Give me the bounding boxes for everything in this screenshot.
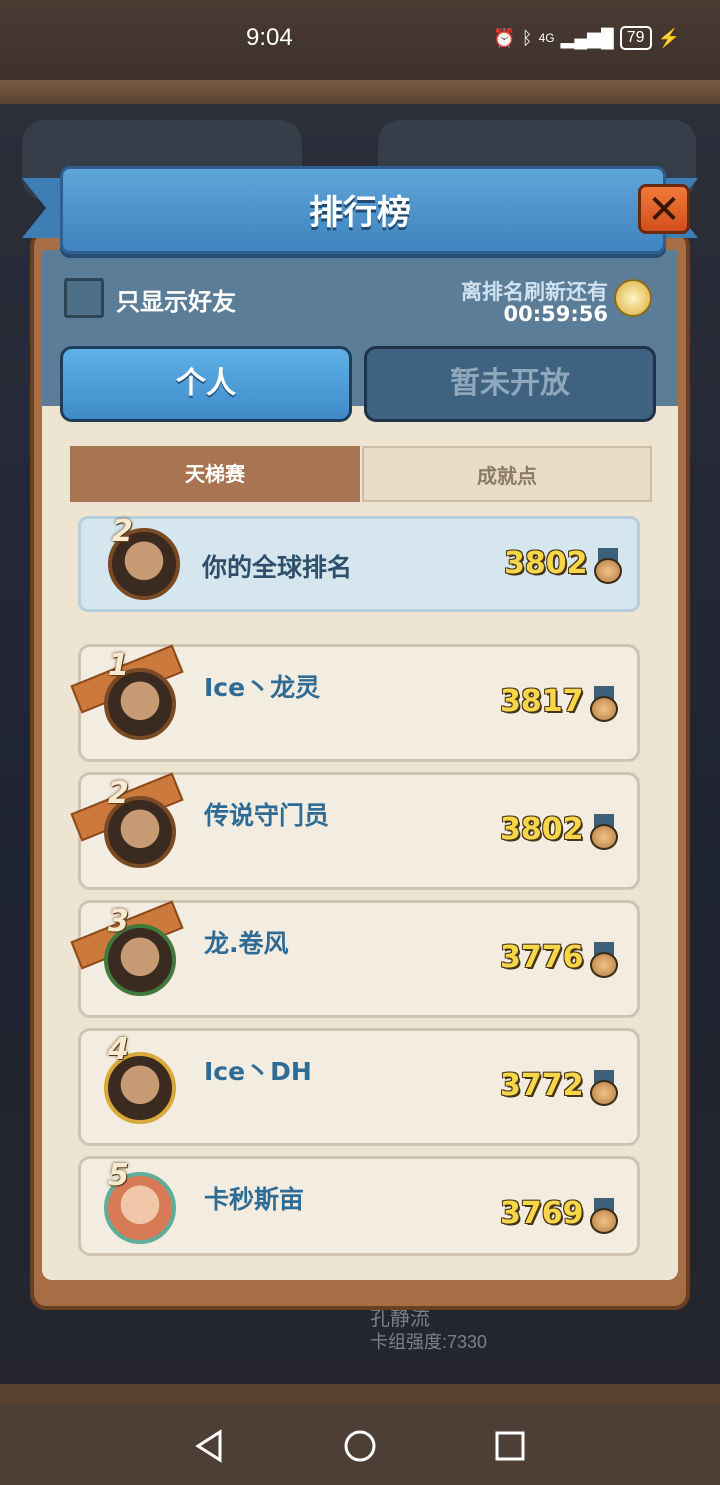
refresh-timer-icon	[614, 279, 652, 317]
background-deck-power: 卡组强度:7330	[370, 1332, 488, 1352]
network-label: 4G	[538, 31, 555, 45]
friends-only-checkbox[interactable]	[64, 278, 104, 318]
my-rank-number: 2	[112, 514, 133, 549]
player-score: 3769	[500, 1196, 584, 1231]
tab-not-open[interactable]: 暂未开放	[364, 346, 656, 422]
panel-title: 排行榜	[309, 193, 411, 233]
player-name: 传说守门员	[204, 801, 330, 830]
medal-icon	[590, 1198, 618, 1234]
rank-number: 4	[108, 1032, 129, 1067]
rank-number: 3	[108, 904, 129, 939]
refresh-countdown: 00:59:56	[503, 302, 608, 326]
signal-icon: ▂▄▆█	[560, 27, 614, 48]
player-name: 龙.卷风	[204, 929, 289, 958]
bottom-wood-frame	[0, 1384, 720, 1404]
medal-icon	[590, 686, 618, 722]
bluetooth-icon: ᛒ	[521, 27, 533, 48]
subtab-ladder[interactable]: 天梯赛	[70, 446, 360, 502]
tab-personal[interactable]: 个人	[60, 346, 352, 422]
rank-number: 1	[108, 648, 129, 683]
rank-number: 2	[108, 776, 129, 811]
medal-icon	[594, 548, 622, 584]
top-wood-frame	[0, 80, 720, 104]
friends-only-label: 只显示好友	[116, 288, 236, 316]
close-icon: ✕	[647, 187, 681, 233]
subtab-achievement[interactable]: 成就点	[362, 446, 652, 502]
medal-icon	[590, 942, 618, 978]
medal-icon	[590, 814, 618, 850]
player-score: 3776	[500, 940, 584, 975]
battery-indicator: 79	[619, 26, 652, 50]
player-score: 3817	[500, 684, 584, 719]
my-rank-score: 3802	[504, 546, 588, 581]
home-icon[interactable]	[342, 1428, 378, 1464]
charging-icon: ⚡	[657, 27, 680, 48]
status-bar: 9:04 ⏰ ᛒ 4G ▂▄▆█ 79 ⚡	[0, 0, 720, 80]
player-score: 3802	[500, 812, 584, 847]
player-score: 3772	[500, 1068, 584, 1103]
navigation-bar	[0, 1404, 720, 1485]
back-icon[interactable]	[192, 1428, 228, 1464]
player-name: Ice丶DH	[204, 1057, 312, 1086]
medal-icon	[590, 1070, 618, 1106]
recents-icon[interactable]	[492, 1428, 528, 1464]
status-icons: ⏰ ᛒ 4G ▂▄▆█ 79 ⚡	[493, 26, 680, 50]
player-name: 卡秒斯亩	[204, 1185, 305, 1214]
close-button[interactable]: ✕	[638, 184, 690, 234]
my-rank-label: 你的全球排名	[202, 553, 353, 582]
rank-number: 5	[108, 1158, 129, 1193]
alarm-icon: ⏰	[493, 27, 516, 48]
status-time: 9:04	[246, 24, 293, 51]
player-name: Ice丶龙灵	[204, 673, 321, 702]
